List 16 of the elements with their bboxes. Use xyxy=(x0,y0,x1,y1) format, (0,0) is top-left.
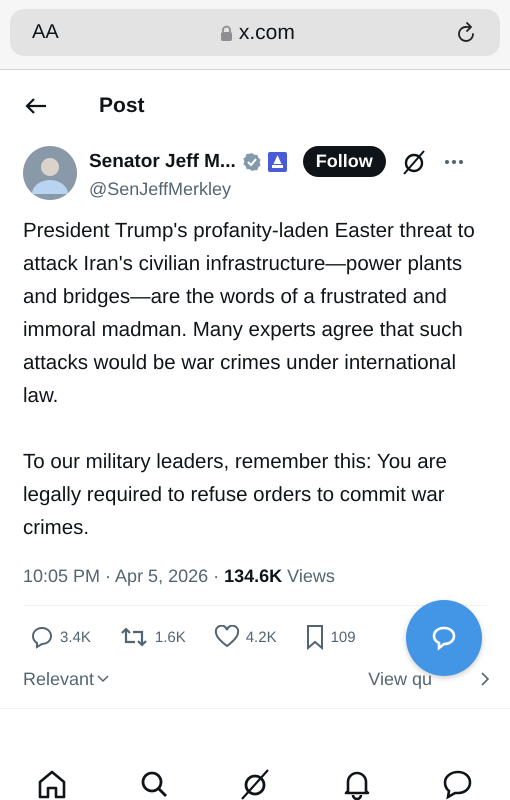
sort-dropdown[interactable]: Relevant xyxy=(23,668,110,690)
view-quotes-link[interactable]: View qu xyxy=(368,668,432,690)
action-count: 3.4K xyxy=(60,628,91,646)
text-size-button[interactable]: AA xyxy=(32,21,59,44)
post-timestamp: 10:05 PM · Apr 5, 2026 · 134.6K Views xyxy=(22,565,336,587)
post-text: To our military leaders, remember this: You are legally required to refuse orders to commit war crimes. xyxy=(23,449,448,541)
follow-button[interactable]: Follow xyxy=(302,146,386,177)
post-text: President Trump's profanity-laden Easter threat to attack Iran's civilian infrastructure—power plants and bridges—are the words of a frustrated and immoral madman. Many experts agree that such attacks would be war crimes under international law. xyxy=(23,218,476,409)
action-count: 109 xyxy=(330,628,356,646)
address-bar[interactable]: AA x.com xyxy=(10,9,500,56)
action-count: 1.6K xyxy=(154,628,186,646)
author-name[interactable]: Senator Jeff M... xyxy=(89,150,236,172)
url-text: x.com xyxy=(238,20,295,44)
page-title: Post xyxy=(99,94,145,118)
action-count: 4.2K xyxy=(246,628,277,646)
author-handle[interactable]: @SenJeffMerkley xyxy=(89,179,488,200)
